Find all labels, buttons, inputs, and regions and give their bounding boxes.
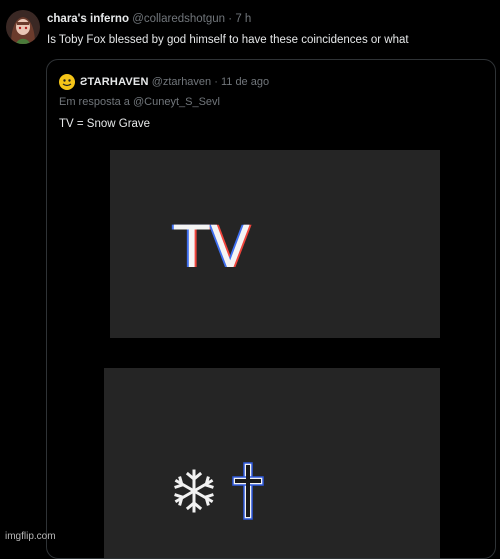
quoted-timestamp[interactable]: 11 de ago [221,76,269,88]
quoted-tweet-card[interactable]: ƧTARHAVEN @ztarhaven · 11 de ago Em resp… [46,59,496,559]
timestamp[interactable]: 7 h [235,13,251,25]
media-image-top[interactable]: TV [110,150,440,338]
cross-icon [232,462,264,520]
watermark: imgflip.com [5,531,56,542]
quoted-avatar[interactable] [59,74,75,90]
reply-to-label: Em resposta a @Cuneyt_S_Sevl [59,96,220,108]
tv-label: TV [174,213,252,281]
tweet-text: Is Toby Fox blessed by god himself to ha… [47,34,409,46]
tweet[interactable]: chara's inferno @collaredshotgun · 7 h I… [0,0,500,559]
media-image-bottom[interactable] [104,368,440,558]
quoted-tweet-text: TV = Snow Grave [59,118,151,130]
snowflake-icon [174,469,214,513]
avatar[interactable] [6,10,40,44]
quoted-tweet-header: ƧTARHAVEN @ztarhaven · 11 de ago [59,74,269,90]
separator: · [228,13,233,25]
quoted-user-handle[interactable]: @ztarhaven [152,76,211,88]
quoted-display-name[interactable]: ƧTARHAVEN [80,76,149,88]
display-name[interactable]: chara's inferno [47,13,129,25]
user-handle[interactable]: @collaredshotgun [132,13,225,25]
tweet-header: chara's inferno @collaredshotgun · 7 h [47,13,251,25]
symbol-group [168,461,266,521]
